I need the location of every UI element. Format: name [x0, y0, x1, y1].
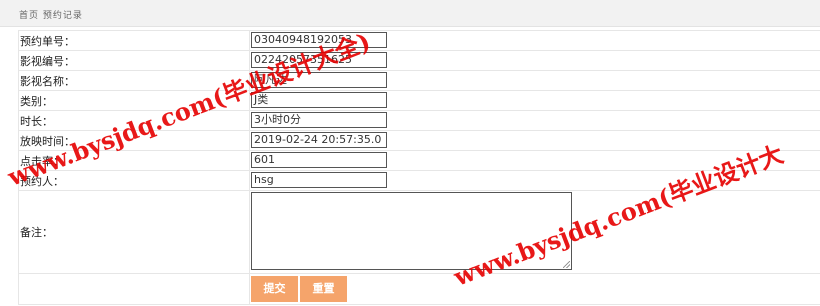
reserver-label: 预约人：	[20, 175, 64, 188]
click-rate-field[interactable]: 601	[251, 152, 387, 168]
remark-textarea[interactable]	[251, 192, 572, 270]
column-divider	[249, 151, 250, 170]
column-divider	[249, 274, 250, 304]
column-divider	[249, 51, 250, 70]
form-row-movie-name: 影视名称： 阿凡达	[19, 71, 820, 91]
column-divider	[249, 31, 250, 50]
form-row-duration: 时长： 3小时0分	[19, 111, 820, 131]
column-divider	[249, 71, 250, 90]
form-row-reserver: 预约人： hsg	[19, 171, 820, 191]
top-bar: 首页 预约记录	[0, 0, 820, 27]
reserver-field[interactable]: hsg	[251, 172, 387, 188]
form-row-order-no: 预约单号： 03040948192053	[19, 31, 820, 51]
form-row-click-rate: 点击率： 601	[19, 151, 820, 171]
click-rate-label: 点击率：	[20, 155, 64, 168]
show-time-field[interactable]: 2019-02-24 20:57:35.0	[251, 132, 387, 148]
remark-label: 备注：	[20, 226, 53, 239]
show-time-label: 放映时间：	[20, 135, 75, 148]
movie-name-field[interactable]: 阿凡达	[251, 72, 387, 88]
movie-no-field[interactable]: 02242057351625	[251, 52, 387, 68]
movie-no-label: 影视编号：	[20, 55, 75, 68]
duration-field[interactable]: 3小时0分	[251, 112, 387, 128]
breadcrumb: 首页 预约记录	[19, 11, 83, 21]
reset-button[interactable]: 重置	[300, 276, 347, 302]
form-row-actions: 提交 重置	[19, 274, 820, 305]
submit-button[interactable]: 提交	[251, 276, 298, 302]
order-no-label: 预约单号：	[20, 35, 75, 48]
reservation-form: 预约单号： 03040948192053 影视编号： 0224205735162…	[18, 30, 820, 305]
column-divider	[249, 191, 250, 273]
form-row-category: 类别： J类	[19, 91, 820, 111]
column-divider	[249, 91, 250, 110]
duration-label: 时长：	[20, 115, 53, 128]
form-row-movie-no: 影视编号： 02242057351625	[19, 51, 820, 71]
movie-name-label: 影视名称：	[20, 75, 75, 88]
resize-grip-icon[interactable]	[563, 261, 570, 268]
category-label: 类别：	[20, 95, 53, 108]
order-no-field[interactable]: 03040948192053	[251, 32, 387, 48]
column-divider	[249, 171, 250, 190]
column-divider	[249, 131, 250, 150]
column-divider	[249, 111, 250, 130]
form-row-remark: 备注：	[19, 191, 820, 274]
form-row-show-time: 放映时间： 2019-02-24 20:57:35.0	[19, 131, 820, 151]
category-field[interactable]: J类	[251, 92, 387, 108]
